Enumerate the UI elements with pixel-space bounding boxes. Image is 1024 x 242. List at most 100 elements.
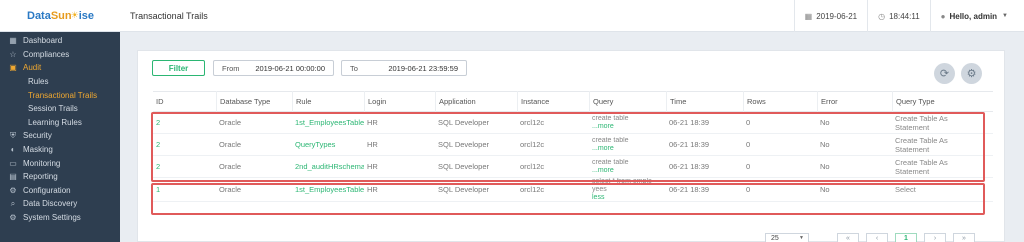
last-page-button[interactable]: » [953,233,975,242]
current-page-button[interactable]: 1 [895,233,917,242]
column-header-database-type[interactable]: Database Type [216,91,292,112]
sidebar-item-masking[interactable]: ◐ Masking [0,143,120,157]
cell-database-type: Oracle [219,185,242,194]
cell-application: SQL Developer [438,162,489,171]
column-header-rows[interactable]: Rows [743,91,817,112]
sidebar-item-data-discovery[interactable]: ⌕ Data Discovery [0,197,120,211]
query-more-link[interactable]: ...more [592,145,666,153]
page-title: Transactional Trails [130,10,208,21]
folder-icon: ▣ [9,63,17,73]
query-more-link[interactable]: ...more [592,123,666,131]
pagination: 25 ▼ « ‹ 1 › » [765,233,975,242]
user-menu[interactable]: ● Hello, admin ▼ [929,0,1024,32]
first-page-button[interactable]: « [837,233,859,242]
query-less-link[interactable]: less [592,194,666,202]
cell-login: HR [367,185,378,194]
cell-rule-link[interactable]: 1st_EmployeesTable [292,118,364,127]
trails-table: ID Database Type Rule Login Application … [153,91,993,202]
sidebar-item-monitoring[interactable]: ▭ Monitoring [0,156,120,170]
double-chevron-left-icon: « [846,234,850,242]
settings-button[interactable]: ⚙ [961,63,982,84]
gear-icon: ⚙ [966,68,977,80]
from-date-value: 2019-06-21 00:00:00 [255,63,325,73]
sidebar-item-configuration[interactable]: ⚙ Configuration [0,184,120,198]
table-row[interactable]: 2 Oracle 2nd_auditHRschema HR SQL Develo… [153,156,993,178]
chevron-right-icon: › [933,234,937,242]
next-page-button[interactable]: › [924,233,946,242]
cell-id[interactable]: 2 [153,162,216,171]
prev-page-button[interactable]: ‹ [866,233,888,242]
cell-rows: 0 [746,118,751,127]
sidebar-subitem-transactional-trails[interactable]: Transactional Trails [0,88,120,102]
cell-login: HR [367,162,378,171]
query-text: create table [592,114,629,122]
calendar-icon: ▦ [804,11,813,21]
sidebar-item-label: Audit [23,63,42,73]
to-date-field[interactable]: To 2019-06-21 23:59:59 [341,60,467,76]
logo-data-text: Data [27,9,51,22]
column-header-id[interactable]: ID [153,91,216,112]
cell-instance: orcl12c [520,185,545,194]
column-header-rule[interactable]: Rule [292,91,364,112]
sidebar: Data Sun ☀ ise ▦ Dashboard ☆ Compliances ▣ Aud… [0,0,120,242]
header-date: ▦ 2019-06-21 [793,0,867,32]
page-size-select[interactable]: 25 ▼ [765,233,809,242]
cell-database-type: Oracle [219,162,242,171]
report-icon: ▤ [9,172,17,182]
search-icon: ⌕ [10,198,16,208]
table-row[interactable]: 2 Oracle 1st_EmployeesTable HR SQL Devel… [153,112,993,134]
column-header-error[interactable]: Error [817,91,892,112]
query-text: create table [592,158,629,166]
from-date-field[interactable]: From 2019-06-21 00:00:00 [213,60,334,76]
sidebar-item-compliances[interactable]: ☆ Compliances [0,48,120,62]
sidebar-subitem-learning-rules[interactable]: Learning Rules [0,116,120,130]
column-header-instance[interactable]: Instance [517,91,589,112]
config-icon: ⚙ [9,185,17,195]
chevron-down-icon: ▼ [799,235,804,241]
cell-instance: orcl12c [520,118,545,127]
query-text: create table [592,136,629,144]
cell-id[interactable]: 1 [153,185,216,194]
cell-id[interactable]: 2 [153,118,216,127]
sidebar-item-audit[interactable]: ▣ Audit [0,61,120,75]
user-greeting: Hello, admin [949,11,998,21]
logo-rise-text: ise [78,9,94,22]
table-row[interactable]: 2 Oracle QueryTypes HR SQL Developer orc… [153,134,993,156]
column-header-login[interactable]: Login [364,91,435,112]
logo-sun-icon: ☀ [70,10,79,20]
sidebar-item-label: Reporting [23,172,58,182]
from-label: From [222,63,240,73]
logo[interactable]: Data Sun ☀ ise [0,0,120,32]
cell-query-type: Create Table As Statement [895,157,948,176]
sidebar-item-security[interactable]: ⛨ Security [0,129,120,143]
clock-icon: ◷ [878,11,886,21]
sidebar-item-label: Masking [23,145,53,155]
sidebar-item-label: Data Discovery [23,199,78,209]
cell-rows: 0 [746,185,751,194]
cell-id[interactable]: 2 [153,140,216,149]
column-header-application[interactable]: Application [435,91,517,112]
shield-icon: ⛨ [10,130,16,140]
sidebar-item-label: Configuration [23,185,71,195]
sidebar-item-reporting[interactable]: ▤ Reporting [0,170,120,184]
sidebar-item-dashboard[interactable]: ▦ Dashboard [0,34,120,48]
column-header-query[interactable]: Query [589,91,666,112]
sidebar-item-label: Transactional Trails [28,90,98,100]
sidebar-subitem-session-trails[interactable]: Session Trails [0,102,120,116]
sidebar-item-label: System Settings [23,213,81,223]
header-date-text: 2019-06-21 [816,11,858,21]
sidebar-item-system-settings[interactable]: ⚙ System Settings [0,211,120,225]
cell-query-type: Select [895,185,916,194]
sidebar-item-label: Rules [28,77,49,87]
cell-rule-link[interactable]: 1st_EmployeesTable [292,185,364,194]
sidebar-subitem-rules[interactable]: Rules [0,75,120,89]
refresh-button[interactable]: ⟳ [934,63,955,84]
star-icon: ☆ [9,49,17,59]
column-header-time[interactable]: Time [666,91,743,112]
query-more-link[interactable]: ...more [592,167,666,175]
table-row[interactable]: 1 Oracle 1st_EmployeesTable HR SQL Devel… [153,178,993,202]
filter-button[interactable]: Filter [152,60,205,76]
cell-rule-link[interactable]: 2nd_auditHRschema [292,162,364,171]
cell-rule-link[interactable]: QueryTypes [292,140,364,149]
column-header-query-type[interactable]: Query Type [892,91,973,112]
